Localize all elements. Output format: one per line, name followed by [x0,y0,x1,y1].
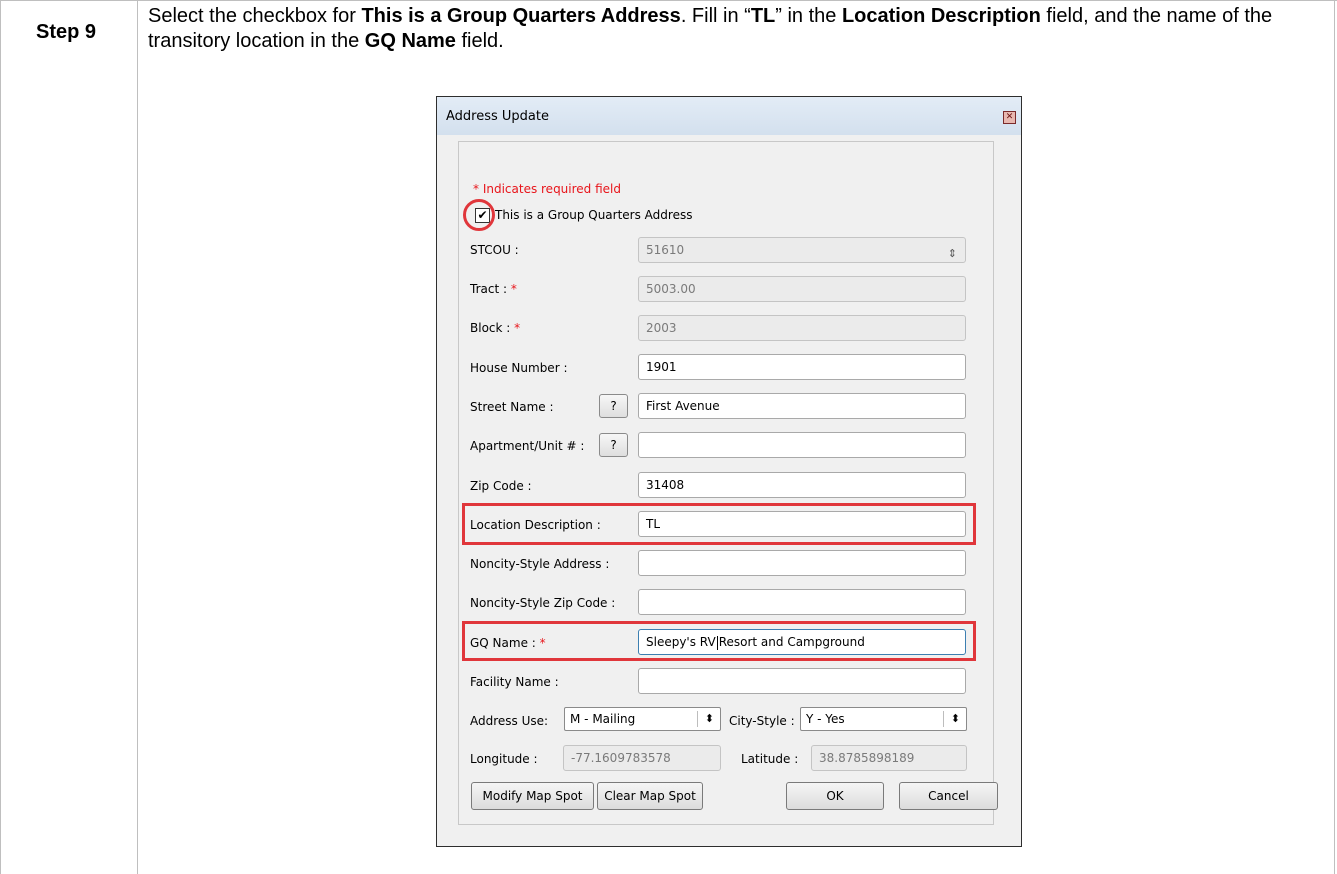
facility-name-field[interactable] [638,668,966,694]
city-style-select[interactable]: Y - Yes ⬍ [800,707,967,731]
select-arrows-icon: ⬍ [704,712,714,725]
address-use-select[interactable]: M - Mailing ⬍ [564,707,721,731]
instruction-bold: TL [750,5,776,27]
noncity-address-label: Noncity-Style Address : [470,557,610,571]
instruction-bold: GQ Name [364,30,456,52]
group-quarters-checkbox-label: This is a Group Quarters Address [495,208,693,222]
latitude-field[interactable]: 38.8785898189 [811,745,967,771]
tract-label: Tract : * [470,282,517,296]
checkbox-highlight-circle [463,199,495,231]
tract-field[interactable]: 5003.00 [638,276,966,302]
longitude-field[interactable]: -77.1609783578 [563,745,721,771]
stcou-label: STCOU : [470,243,519,257]
stcou-value: 51610 [646,243,685,257]
block-label: Block : * [470,321,520,335]
instruction-part: . Fill in “ [680,5,751,27]
instruction-part: Select the checkbox for [148,5,362,27]
required-star: * [510,282,517,296]
ok-button[interactable]: OK [786,782,884,810]
cancel-button[interactable]: Cancel [899,782,998,810]
instruction-part: ” in the [775,5,842,27]
dialog-title: Address Update [446,109,549,124]
location-description-highlight [462,503,976,545]
zip-code-label: Zip Code : [470,479,532,493]
close-icon[interactable]: ✕ [1003,111,1016,124]
city-style-value: Y - Yes [806,712,845,726]
street-name-field[interactable]: First Avenue [638,393,966,419]
gq-name-highlight [462,621,976,661]
clear-map-spot-button[interactable]: Clear Map Spot [597,782,703,810]
block-field[interactable]: 2003 [638,315,966,341]
longitude-label: Longitude : [470,752,538,766]
apartment-unit-label: Apartment/Unit # : [470,439,585,453]
apartment-unit-field[interactable] [638,432,966,458]
instruction-bold: Location Description [841,5,1041,27]
table-column-divider [137,0,138,874]
instruction-text: Select the checkbox for This is a Group … [148,4,1298,54]
required-field-note: * Indicates required field [473,182,622,196]
noncity-zip-field[interactable] [638,589,966,615]
block-label-text: Block : [470,321,511,335]
address-use-label: Address Use: [470,714,549,728]
instruction-bold: This is a Group Quarters Address [361,5,681,27]
street-name-help-button[interactable]: ? [599,394,628,418]
table-border-right [1334,0,1335,874]
table-border-top [0,0,1337,1]
address-use-value: M - Mailing [570,712,636,726]
table-border-left [0,0,1,874]
required-star: * [514,321,521,335]
spin-arrows-icon[interactable]: ⇕ [948,242,957,262]
facility-name-label: Facility Name : [470,675,559,689]
zip-code-field[interactable]: 31408 [638,472,966,498]
tract-label-text: Tract : [470,282,508,296]
stcou-field[interactable]: 51610 ⇕ [638,237,966,263]
select-arrows-icon: ⬍ [950,712,960,725]
dialog-titlebar: Address Update ✕ [437,97,1021,135]
apartment-help-button[interactable]: ? [599,433,628,457]
select-divider [943,711,944,727]
address-update-dialog: Address Update ✕ * Indicates required fi… [436,96,1022,847]
street-name-label: Street Name : [470,400,554,414]
modify-map-spot-button[interactable]: Modify Map Spot [471,782,594,810]
city-style-label: City-Style : [729,714,795,728]
latitude-label: Latitude : [741,752,799,766]
step-label: Step 9 [36,21,97,43]
select-divider [697,711,698,727]
instruction-part: field. [455,30,504,52]
house-number-field[interactable]: 1901 [638,354,966,380]
noncity-address-field[interactable] [638,550,966,576]
house-number-label: House Number : [470,361,568,375]
noncity-zip-label: Noncity-Style Zip Code : [470,596,616,610]
